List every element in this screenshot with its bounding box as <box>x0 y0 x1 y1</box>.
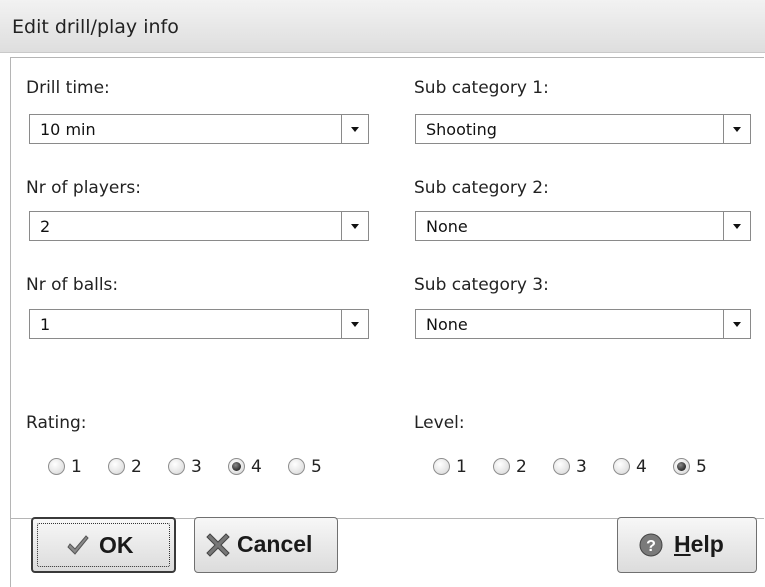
cross-icon <box>205 532 231 558</box>
radio-icon <box>553 458 570 475</box>
button-bar: OK Cancel ? Help <box>10 517 764 587</box>
help-accelerator: H <box>674 531 691 557</box>
sub-category-3-value: None <box>426 315 468 334</box>
nr-balls-value: 1 <box>40 315 51 334</box>
rating-option-label: 2 <box>131 457 142 477</box>
level-label: Level: <box>414 413 465 433</box>
radio-icon <box>493 458 510 475</box>
help-label-rest: elp <box>690 531 724 557</box>
ok-button[interactable]: OK <box>31 517 176 573</box>
sub-category-2-label: Sub category 2: <box>414 178 549 198</box>
chevron-down-icon[interactable] <box>341 310 368 338</box>
level-option-label: 1 <box>456 457 467 477</box>
nr-players-label: Nr of players: <box>26 178 141 198</box>
level-option-label: 5 <box>696 457 707 477</box>
sub-category-1-value: Shooting <box>426 120 497 139</box>
ok-label: OK <box>99 532 134 558</box>
chevron-down-icon[interactable] <box>723 310 750 338</box>
cancel-button[interactable]: Cancel <box>194 517 338 573</box>
radio-icon <box>673 458 690 475</box>
nr-balls-select[interactable]: 1 <box>29 309 369 339</box>
radio-icon <box>433 458 450 475</box>
drill-time-value: 10 min <box>40 120 96 139</box>
sub-category-1-label: Sub category 1: <box>414 78 549 98</box>
rating-label: Rating: <box>26 413 87 433</box>
radio-icon <box>288 458 305 475</box>
svg-text:?: ? <box>646 538 656 555</box>
radio-icon <box>48 458 65 475</box>
chevron-down-icon[interactable] <box>723 115 750 143</box>
title-bar[interactable]: Edit drill/play info <box>0 0 765 53</box>
nr-players-value: 2 <box>40 217 51 236</box>
chevron-down-icon[interactable] <box>723 212 750 240</box>
radio-icon <box>108 458 125 475</box>
drill-time-select[interactable]: 10 min <box>29 114 369 144</box>
chevron-down-icon[interactable] <box>341 212 368 240</box>
window-title: Edit drill/play info <box>12 16 179 38</box>
rating-option-label: 1 <box>71 457 82 477</box>
nr-players-select[interactable]: 2 <box>29 211 369 241</box>
sub-category-2-value: None <box>426 217 468 236</box>
sub-category-2-select[interactable]: None <box>415 211 751 241</box>
sub-category-3-select[interactable]: None <box>415 309 751 339</box>
sub-category-1-select[interactable]: Shooting <box>415 114 751 144</box>
drill-info-panel: Drill time: 10 min Nr of players: 2 Nr o… <box>10 57 764 519</box>
rating-option-label: 3 <box>191 457 202 477</box>
help-icon: ? <box>638 532 664 558</box>
level-option-label: 4 <box>636 457 647 477</box>
sub-category-3-label: Sub category 3: <box>414 275 549 295</box>
drill-time-label: Drill time: <box>26 78 110 98</box>
help-button[interactable]: ? Help <box>617 517 757 573</box>
rating-option-label: 4 <box>251 457 262 477</box>
chevron-down-icon[interactable] <box>341 115 368 143</box>
rating-radio-group: 1 2 3 4 5 <box>48 456 348 480</box>
radio-icon <box>613 458 630 475</box>
radio-icon <box>228 458 245 475</box>
rating-option-label: 5 <box>311 457 322 477</box>
help-label: Help <box>674 531 724 558</box>
checkmark-icon <box>65 533 91 559</box>
level-option-label: 2 <box>516 457 527 477</box>
radio-icon <box>168 458 185 475</box>
nr-balls-label: Nr of balls: <box>26 275 119 295</box>
cancel-label: Cancel <box>237 531 313 557</box>
level-option-label: 3 <box>576 457 587 477</box>
level-radio-group: 1 2 3 4 5 <box>433 456 733 480</box>
